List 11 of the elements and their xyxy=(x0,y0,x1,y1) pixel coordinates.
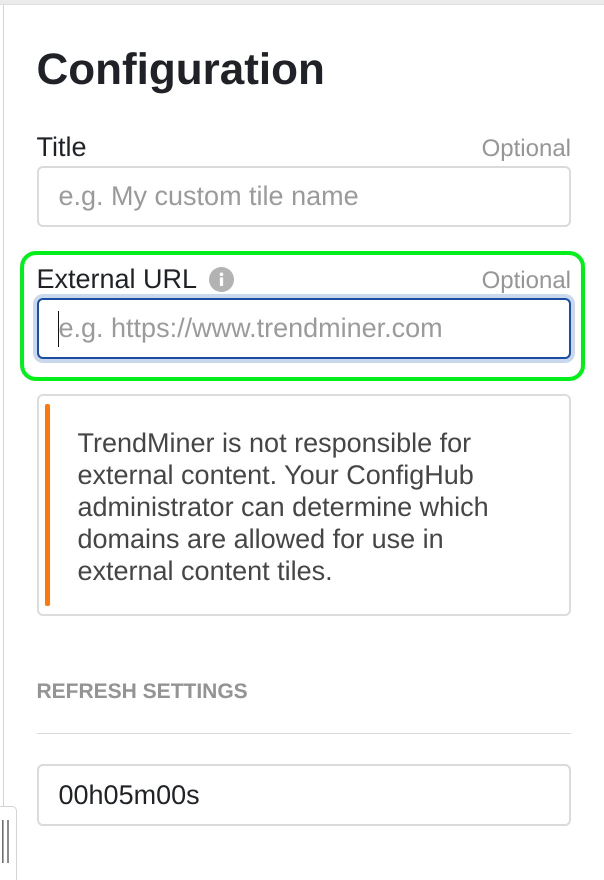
panel-heading: Configuration xyxy=(36,44,325,96)
notice-text: TrendMiner is not responsible for external content. Your ConfigHub administrator can determine which domains are allowed for use in external content tiles. xyxy=(78,427,490,588)
field-label: External URL xyxy=(36,263,198,295)
optional-hint: Optional xyxy=(482,134,571,164)
text-cursor-icon xyxy=(58,311,59,347)
section-heading: REFRESH SETTINGS xyxy=(36,678,248,704)
refresh-interval-input[interactable]: 00h05m00s xyxy=(36,764,571,826)
optional-hint: Optional xyxy=(482,266,571,296)
grip-icon xyxy=(2,820,9,863)
text-input[interactable]: e.g. https://www.trendminer.com xyxy=(36,298,571,359)
field-label: Title xyxy=(36,131,87,163)
